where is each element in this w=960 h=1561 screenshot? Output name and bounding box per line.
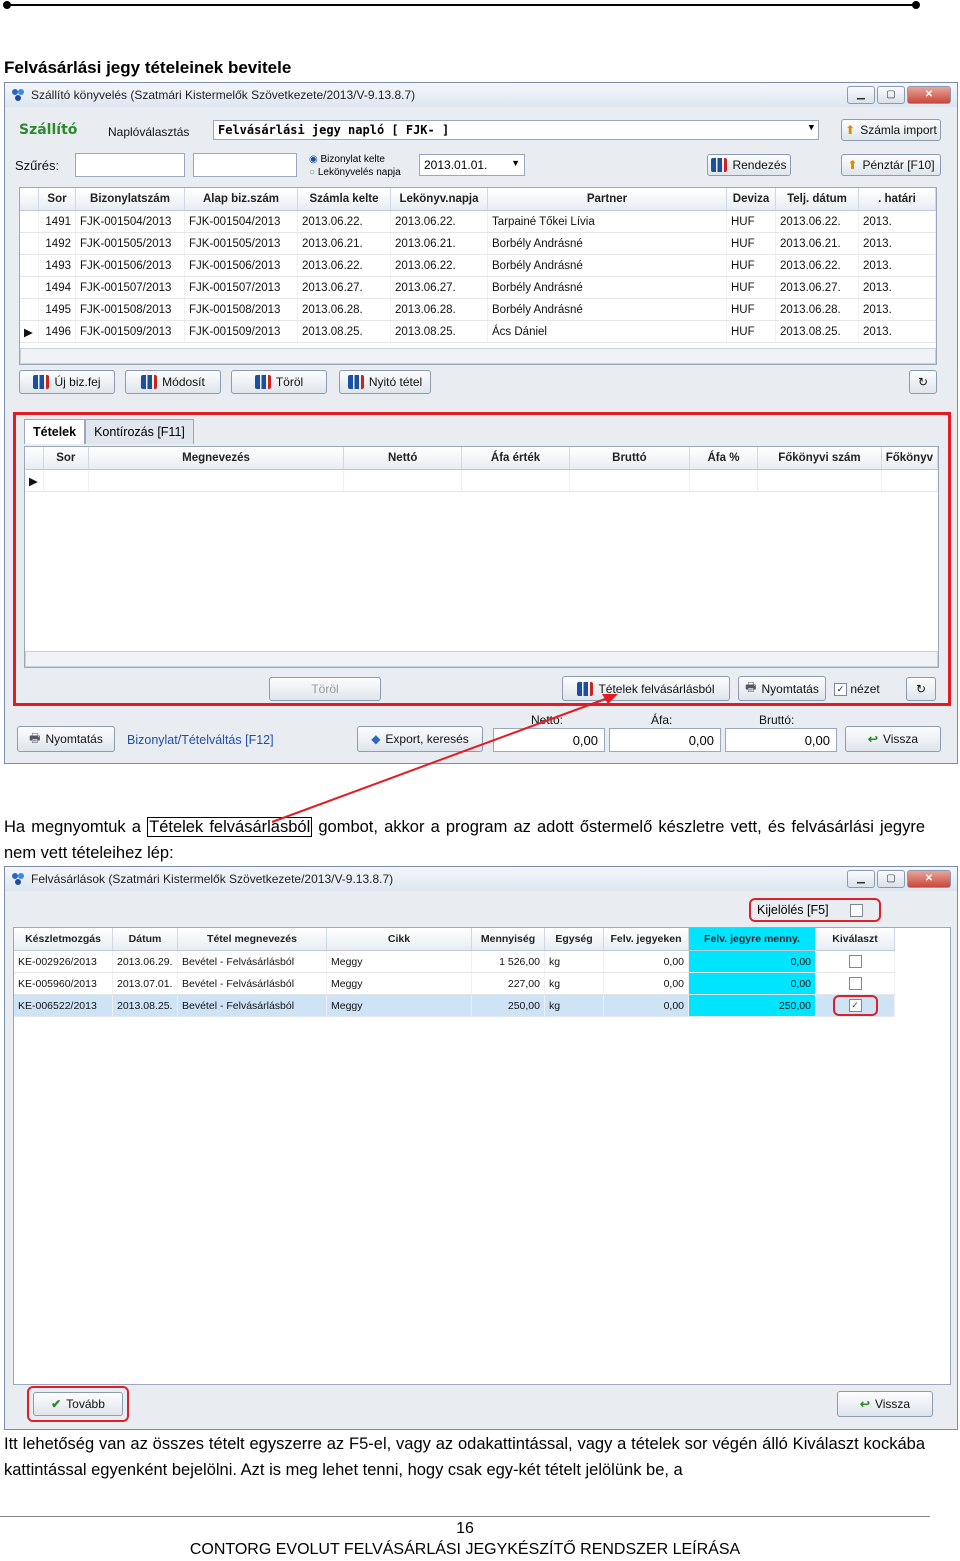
table-header-row: Készletmozgás Dátum Tétel megnevezés Cik…	[14, 928, 895, 951]
kivalaszt-cell[interactable]	[815, 972, 895, 995]
annotation-arrow	[271, 694, 618, 823]
felvasarlasok-table: Készletmozgás Dátum Tétel megnevezés Cik…	[14, 928, 895, 1017]
kivalaszt-checkbox-checked[interactable]: ✓	[848, 999, 862, 1012]
cell: 2013.08.25.	[112, 994, 178, 1017]
cell: 2013.06.29.	[112, 950, 178, 973]
col-header[interactable]: Egység	[544, 928, 604, 951]
checkmark-icon: ✔	[51, 1397, 62, 1411]
table-row-selected[interactable]: KE-006522/2013 2013.08.25. Bevétel - Fel…	[14, 994, 895, 1017]
window-title: Felvásárlások (Szatmári Kistermelők Szöv…	[31, 872, 394, 886]
cell: 227,00	[471, 972, 545, 995]
tovabb-label: Tovább	[66, 1397, 105, 1411]
col-header[interactable]: Cikk	[326, 928, 472, 951]
tovabb-highlight: ✔ Tovább	[27, 1386, 129, 1422]
table-row[interactable]: KE-002926/2013 2013.06.29. Bevétel - Fel…	[14, 950, 895, 973]
document-footer: CONTORG EVOLUT FELVÁSÁRLÁSI JEGYKÉSZÍTŐ …	[189, 1541, 741, 1558]
vissza-button[interactable]: ↩ Vissza	[837, 1391, 933, 1417]
cell: Bevétel - Felvásárlásból	[177, 994, 327, 1017]
kivalaszt-highlight: ✓	[832, 995, 878, 1016]
cell: 0,00	[603, 972, 689, 995]
cell: KE-002926/2013	[14, 950, 113, 973]
kijeloles-checkbox[interactable]	[850, 904, 864, 918]
col-header-highlight[interactable]: Felv. jegyre menny.	[688, 928, 816, 951]
app-icon	[12, 873, 24, 885]
kijeloles-label: Kijelölés [F5]	[757, 903, 829, 917]
paragraph-2: Itt lehetőség van az összes tételt egysz…	[4, 1435, 925, 1479]
kivalaszt-checkbox[interactable]	[848, 977, 862, 990]
cell: Meggy	[326, 994, 472, 1017]
cell-editable[interactable]: 0,00	[688, 950, 816, 973]
minimize-button[interactable]: ▁	[847, 870, 875, 888]
felvasarlasok-grid: Készletmozgás Dátum Tétel megnevezés Cik…	[13, 927, 951, 1385]
cell: Bevétel - Felvásárlásból	[177, 972, 327, 995]
maximize-button[interactable]: ▢	[877, 870, 905, 888]
cell: Meggy	[326, 950, 472, 973]
back-arrow-icon: ↩	[859, 1397, 870, 1411]
cell: Bevétel - Felvásárlásból	[177, 950, 327, 973]
cell: 0,00	[603, 950, 689, 973]
tovabb-button[interactable]: ✔ Tovább	[33, 1392, 123, 1416]
col-header[interactable]: Felv. jegyeken	[603, 928, 689, 951]
page-number: 16	[456, 1520, 474, 1537]
kivalaszt-cell[interactable]	[815, 950, 895, 973]
cell: 2013.07.01.	[112, 972, 178, 995]
cell: 1 526,00	[471, 950, 545, 973]
kijeloles-toggle[interactable]: Kijelölés [F5]	[749, 898, 881, 922]
col-header[interactable]: Mennyiség	[471, 928, 545, 951]
window-titlebar: Felvásárlások (Szatmári Kistermelők Szöv…	[5, 867, 957, 891]
cell-editable[interactable]: 250,00	[688, 994, 816, 1017]
felvasarlasok-window: Felvásárlások (Szatmári Kistermelők Szöv…	[4, 866, 958, 1430]
col-header[interactable]: Készletmozgás	[14, 928, 113, 951]
cell: KE-006522/2013	[14, 994, 113, 1017]
cell: 0,00	[603, 994, 689, 1017]
cell: Meggy	[326, 972, 472, 995]
cell: KE-005960/2013	[14, 972, 113, 995]
table-row[interactable]: KE-005960/2013 2013.07.01. Bevétel - Fel…	[14, 972, 895, 995]
col-header[interactable]: Kiválaszt	[815, 928, 895, 951]
cell-editable[interactable]: 0,00	[688, 972, 816, 995]
cell: kg	[544, 994, 604, 1017]
col-header[interactable]: Dátum	[112, 928, 178, 951]
cell: kg	[544, 950, 604, 973]
col-header[interactable]: Tétel megnevezés	[177, 928, 327, 951]
vissza-label: Vissza	[874, 1397, 911, 1411]
cell: kg	[544, 972, 604, 995]
footer-rule	[0, 1516, 930, 1517]
close-button[interactable]: ✕	[907, 870, 951, 888]
cell: 250,00	[471, 994, 545, 1017]
kivalaszt-cell[interactable]: ✓	[815, 994, 895, 1017]
kivalaszt-checkbox[interactable]	[848, 955, 862, 968]
